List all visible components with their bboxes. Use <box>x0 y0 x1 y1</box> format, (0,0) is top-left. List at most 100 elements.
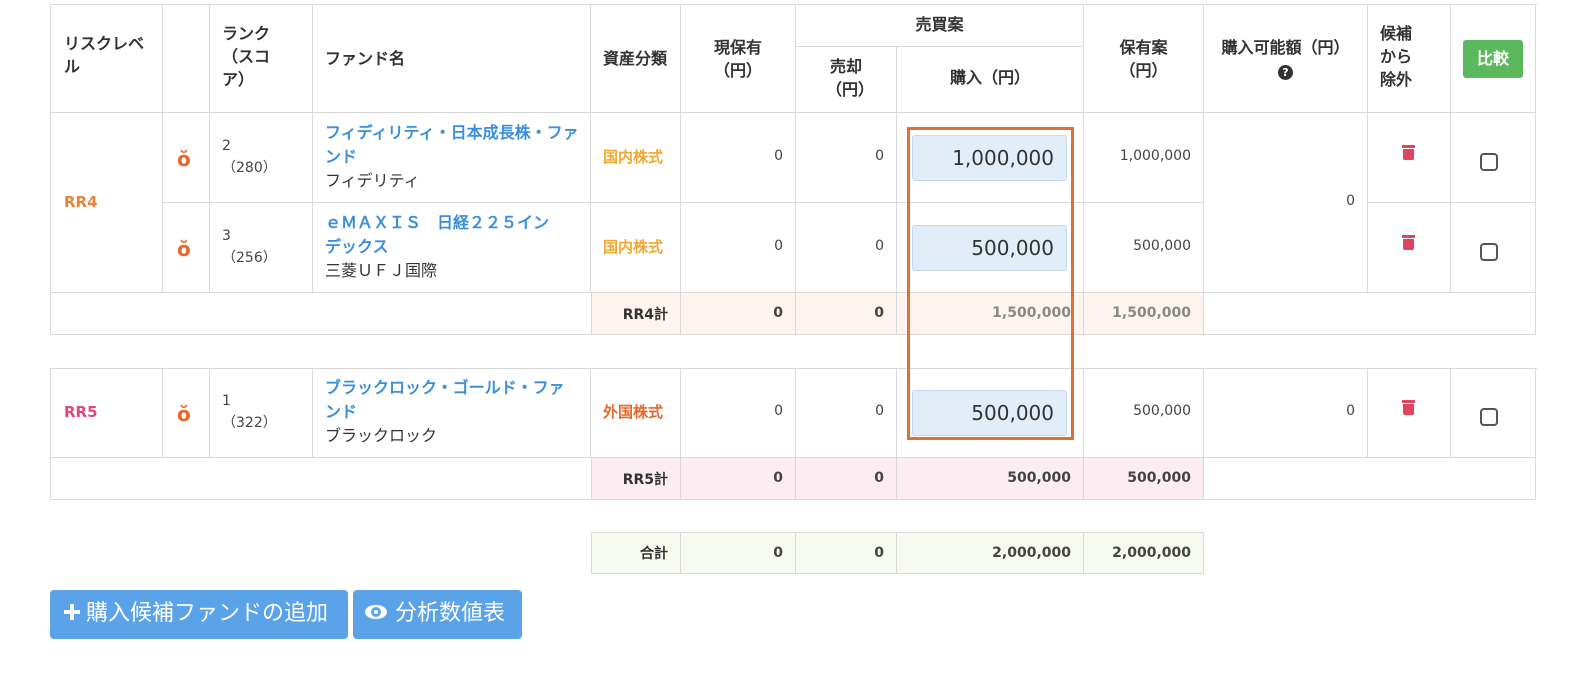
holding-plan-cell: 500,000 <box>1084 368 1204 458</box>
header-current-holding-text: 現保有（円） <box>713 38 762 80</box>
total-label: 合計 <box>591 532 681 574</box>
purchasable-cell-rr5: 0 <box>1204 368 1368 458</box>
header-buy: 購入（円） <box>897 47 1084 113</box>
header-holding-plan: 保有案（円） <box>1084 4 1204 113</box>
sell-cell: 0 <box>796 368 897 458</box>
header-purchasable: 購入可能額（円） ? <box>1204 4 1368 113</box>
header-compare: 比較 <box>1451 4 1536 113</box>
header-icon-col <box>163 4 210 113</box>
fund-name-link[interactable]: ブラックロック・ゴールド・ファ ンド <box>325 378 565 421</box>
buy-column-highlight <box>907 127 1074 440</box>
risk-level-rr5-text: RR5 <box>64 403 98 421</box>
trash-icon[interactable] <box>1402 400 1415 415</box>
header-rank-text: ランク（スコア） <box>222 24 271 89</box>
asset-class-text: 国内株式 <box>603 238 664 256</box>
analysis-table-button[interactable]: 分析数値表 <box>353 590 522 639</box>
total-holding-value: 2,000,000 <box>1112 545 1191 561</box>
total-sell-value: 0 <box>874 545 884 561</box>
add-candidate-fund-button[interactable]: 購入候補ファンドの追加 <box>50 590 348 639</box>
header-holding-plan-text: 保有案（円） <box>1119 38 1168 80</box>
fund-name-cell: ブラックロック・ゴールド・ファ ンド ブラックロック <box>313 368 591 458</box>
header-trade-plan: 売買案 <box>796 4 1084 47</box>
purchasable-value: 0 <box>1346 193 1355 209</box>
asset-class-text: 外国株式 <box>603 403 664 421</box>
rank-value: 2 <box>222 138 231 154</box>
exclude-cell <box>1368 203 1451 293</box>
exclude-cell <box>1368 113 1451 203</box>
rank-icon-cell: ŏ <box>163 368 210 458</box>
fund-company: 三菱ＵＦＪ国際 <box>325 261 438 280</box>
header-fund-name: ファンド名 <box>313 4 591 113</box>
score-value: （322） <box>222 415 277 431</box>
subtotal-holding: 1,500,000 <box>1084 293 1204 335</box>
fund-name-cell: フィディリティ・日本成長株・ファ ンド フィデリティ <box>313 113 591 203</box>
score-value: （256） <box>222 250 277 266</box>
header-asset-class: 資産分類 <box>591 4 681 113</box>
analysis-table-label: 分析数値表 <box>395 601 506 626</box>
risk-level-rr4-text: RR4 <box>64 193 98 211</box>
fund-name-line2: ンド <box>325 402 358 421</box>
holding-plan-value: 500,000 <box>1133 403 1191 419</box>
sell-value: 0 <box>875 238 884 254</box>
current-holding-cell: 0 <box>681 203 796 293</box>
total-holding: 2,000,000 <box>1084 532 1204 574</box>
total-current-value: 0 <box>773 545 783 561</box>
compare-checkbox[interactable] <box>1480 153 1498 171</box>
fund-name-line1: フィディリティ・日本成長株・ファ <box>325 123 579 142</box>
rank-value: 3 <box>222 228 231 244</box>
subtotal-buy-value: 500,000 <box>1007 470 1071 486</box>
total-buy-value: 2,000,000 <box>992 545 1071 561</box>
rank-cell: 2 （280） <box>210 113 313 203</box>
header-sell-text: 売却（円） <box>826 57 875 99</box>
trash-icon[interactable] <box>1402 145 1415 160</box>
rank-value: 1 <box>222 393 231 409</box>
subtotal-label-text: RR4計 <box>622 307 668 323</box>
subtotal-label: RR5計 <box>591 458 681 500</box>
subtotal-holding: 500,000 <box>1084 458 1204 500</box>
risk-level-rr4: RR4 <box>50 113 163 293</box>
total-current: 0 <box>681 532 796 574</box>
asset-class-cell: 国内株式 <box>591 113 681 203</box>
subtotal-buy: 500,000 <box>897 458 1084 500</box>
compare-check-cell <box>1451 113 1536 203</box>
subtotal-sell-value: 0 <box>874 470 884 486</box>
current-holding-cell: 0 <box>681 113 796 203</box>
rank-icon-cell: ŏ <box>163 113 210 203</box>
fund-company: フィデリティ <box>325 171 420 190</box>
subtotal-sell: 0 <box>796 293 897 335</box>
total-label-text: 合計 <box>640 546 668 562</box>
medal-icon: ŏ <box>177 402 191 426</box>
header-exclude-text: 候補から除外 <box>1380 24 1413 89</box>
subtotal-sell: 0 <box>796 458 897 500</box>
total-sell: 0 <box>796 532 897 574</box>
header-purchasable-text: 購入可能額（円） <box>1221 38 1350 57</box>
current-holding-value: 0 <box>774 148 783 164</box>
help-icon[interactable]: ? <box>1278 65 1293 80</box>
asset-class-text: 国内株式 <box>603 148 664 166</box>
rank-cell: 1 （322） <box>210 368 313 458</box>
compare-checkbox[interactable] <box>1480 243 1498 261</box>
holding-plan-cell: 1,000,000 <box>1084 113 1204 203</box>
holding-plan-cell: 500,000 <box>1084 203 1204 293</box>
sell-value: 0 <box>875 403 884 419</box>
fund-name-link[interactable]: フィディリティ・日本成長株・ファ ンド <box>325 123 579 166</box>
current-holding-value: 0 <box>774 403 783 419</box>
subtotal-holding-value: 500,000 <box>1127 470 1191 486</box>
fund-name-cell: ｅＭＡＸＩＳ 日経２２５イン デックス 三菱ＵＦＪ国際 <box>313 203 591 293</box>
compare-button[interactable]: 比較 <box>1463 40 1523 78</box>
fund-name-link[interactable]: ｅＭＡＸＩＳ 日経２２５イン デックス <box>325 213 549 256</box>
subtotal-holding-value: 1,500,000 <box>1112 305 1191 321</box>
holding-plan-value: 1,000,000 <box>1119 148 1191 164</box>
rank-cell: 3 （256） <box>210 203 313 293</box>
header-buy-text: 購入（円） <box>949 68 1030 87</box>
compare-check-cell <box>1451 368 1536 458</box>
asset-class-cell: 外国株式 <box>591 368 681 458</box>
compare-checkbox[interactable] <box>1480 408 1498 426</box>
medal-icon: ŏ <box>177 237 191 261</box>
risk-level-rr5: RR5 <box>50 368 163 458</box>
subtotal-label-text: RR5計 <box>622 472 668 488</box>
trash-icon[interactable] <box>1402 235 1415 250</box>
holding-plan-value: 500,000 <box>1133 238 1191 254</box>
eye-icon <box>365 605 387 619</box>
header-exclude: 候補から除外 <box>1368 4 1451 113</box>
